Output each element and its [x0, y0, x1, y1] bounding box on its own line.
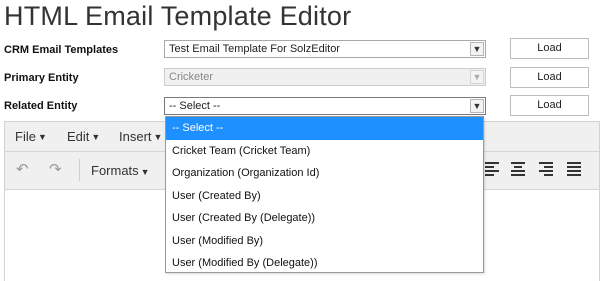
undo-icon[interactable]: ↶ — [16, 160, 29, 178]
chevron-down-icon[interactable]: ▼ — [470, 99, 484, 113]
dropdown-option[interactable]: -- Select -- — [166, 117, 483, 140]
align-center-icon[interactable] — [511, 162, 525, 176]
caret-down-icon: ▼ — [140, 167, 150, 177]
load-primary-entity-button[interactable]: Load — [510, 67, 589, 88]
menu-edit[interactable]: Edit ▼ — [67, 129, 100, 144]
toolbar-separator — [79, 159, 80, 181]
menu-file-label: File — [15, 129, 36, 144]
formats-label: Formats — [91, 163, 139, 178]
related-entity-options[interactable]: -- Select -- Cricket Team (Cricket Team)… — [165, 116, 484, 273]
dropdown-option[interactable]: Organization (Organization Id) — [166, 162, 483, 185]
caret-down-icon: ▼ — [91, 132, 101, 142]
chevron-down-icon: ▼ — [470, 70, 484, 84]
related-entity-value: -- Select -- — [169, 100, 221, 112]
dropdown-option[interactable]: Cricket Team (Cricket Team) — [166, 140, 483, 163]
menu-file[interactable]: File ▼ — [15, 129, 47, 144]
dropdown-option[interactable]: User (Modified By (Delegate)) — [166, 252, 483, 275]
crm-email-templates-label: CRM Email Templates — [4, 44, 119, 56]
primary-entity-select: Cricketer ▼ — [164, 68, 486, 86]
formats-dropdown[interactable]: Formats ▼ — [91, 163, 150, 178]
menu-insert-label: Insert — [119, 129, 152, 144]
dropdown-option[interactable]: User (Modified By) — [166, 230, 483, 253]
menu-insert[interactable]: Insert ▼ — [119, 129, 162, 144]
crm-email-templates-value: Test Email Template For SolzEditor — [169, 43, 340, 55]
load-related-entity-button[interactable]: Load — [510, 95, 589, 116]
caret-down-icon: ▼ — [37, 132, 47, 142]
load-templates-button[interactable]: Load — [510, 38, 589, 59]
dropdown-option[interactable]: User (Created By) — [166, 185, 483, 208]
redo-icon[interactable]: ↷ — [49, 160, 62, 178]
primary-entity-value: Cricketer — [169, 71, 214, 83]
primary-entity-label: Primary Entity — [4, 72, 79, 84]
crm-email-templates-select[interactable]: Test Email Template For SolzEditor ▼ — [164, 40, 486, 58]
related-entity-select[interactable]: -- Select -- ▼ — [164, 97, 486, 115]
align-right-icon[interactable] — [539, 162, 553, 176]
caret-down-icon: ▼ — [153, 132, 163, 142]
menu-edit-label: Edit — [67, 129, 90, 144]
dropdown-option[interactable]: User (Created By (Delegate)) — [166, 207, 483, 230]
chevron-down-icon[interactable]: ▼ — [470, 42, 484, 56]
align-justify-icon[interactable] — [567, 162, 581, 176]
page-title: HTML Email Template Editor — [4, 1, 352, 31]
related-entity-label: Related Entity — [4, 100, 78, 112]
align-left-icon[interactable] — [485, 162, 499, 176]
